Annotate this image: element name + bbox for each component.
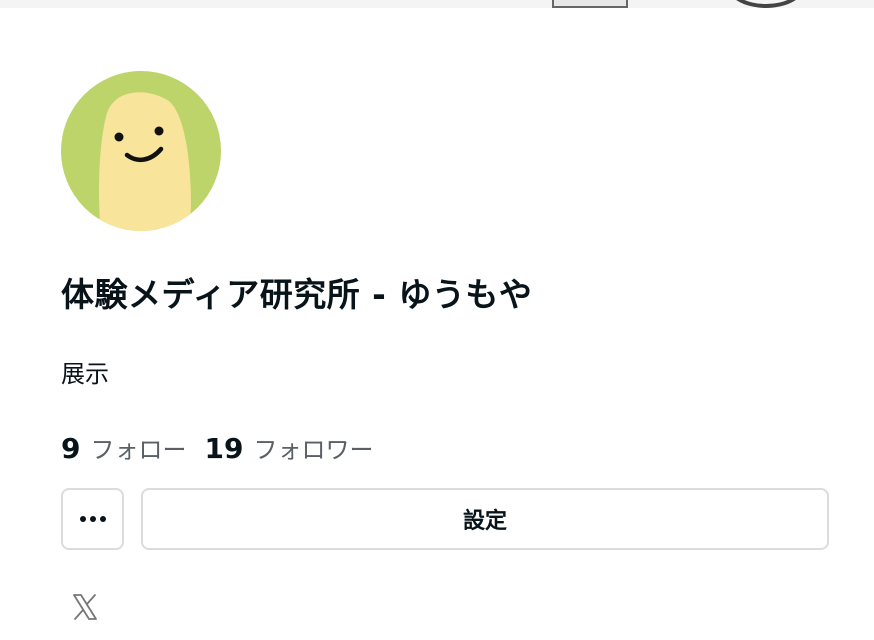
more-options-button[interactable] [61,488,124,550]
following-stat[interactable]: 9 フォロー [61,430,186,465]
profile-name: 体験メディア研究所 - ゆうもや [61,275,533,314]
avatar-image [61,71,221,231]
follow-stats: 9 フォロー 19 フォロワー [61,430,391,465]
followers-stat[interactable]: 19 フォロワー [204,430,373,465]
followers-count: 19 [204,432,244,465]
x-logo-icon [73,594,97,620]
ellipsis-icon [79,516,106,522]
following-label: フォロー [90,436,187,464]
avatar[interactable] [61,71,221,231]
header-image-fragment [726,0,806,8]
cropped-header-image [0,0,874,8]
settings-button[interactable]: 設定 [141,488,829,550]
x-social-link[interactable] [68,590,102,624]
profile-page: 体験メディア研究所 - ゆうもや 展示 9 フォロー 19 フォロワー 設定 [0,0,874,640]
following-count: 9 [61,432,81,465]
followers-label: フォロワー [253,436,374,464]
header-image-fragment [552,0,628,8]
profile-bio: 展示 [61,360,109,388]
